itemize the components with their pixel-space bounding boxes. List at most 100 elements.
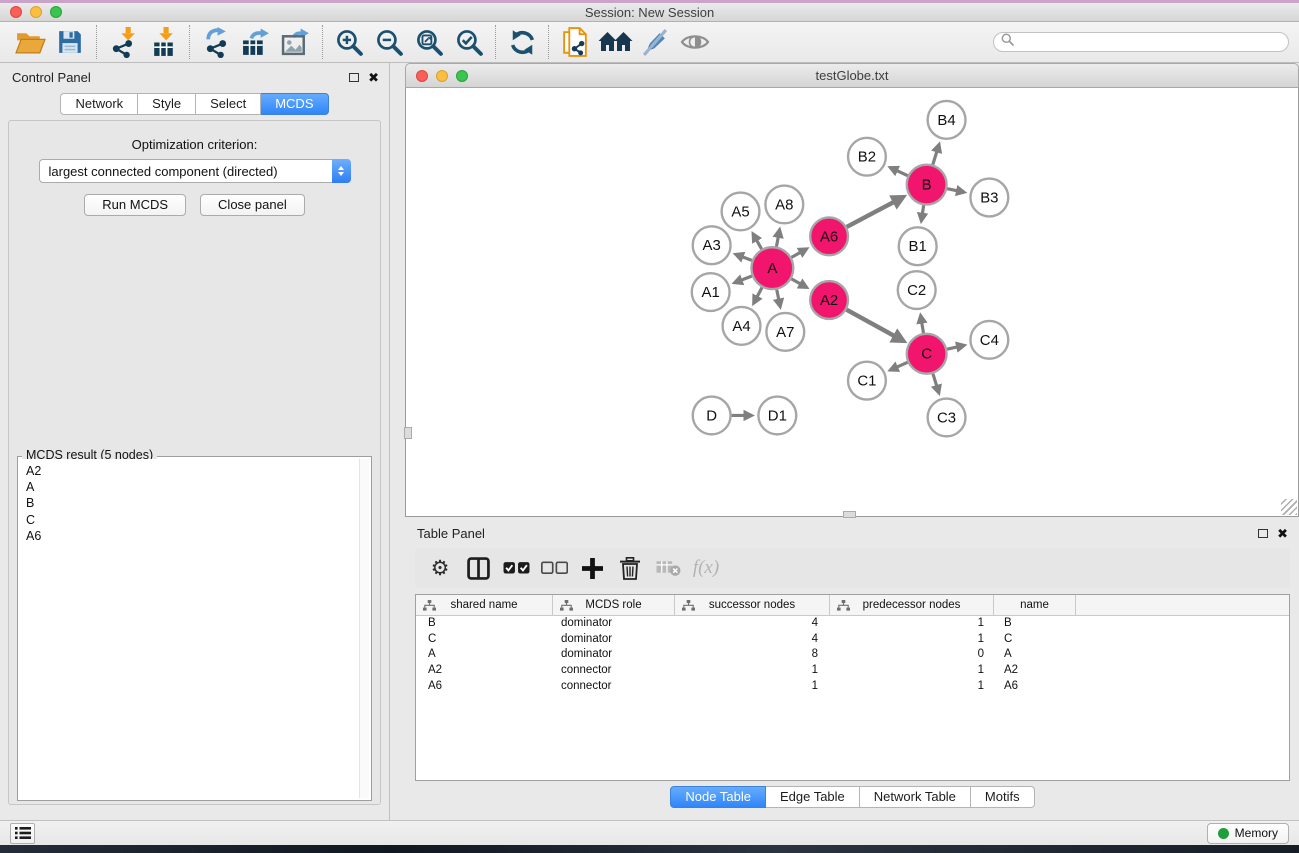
graph-node-D[interactable]: D [693,397,731,435]
tab-network[interactable]: Network [60,93,138,115]
column-header-predecessor-nodes[interactable]: predecessor nodes [830,595,994,615]
network-maximize-button[interactable] [456,70,468,82]
table-cell[interactable]: 8 [675,647,830,663]
table-row[interactable]: Adominator80A [416,647,1289,663]
edge-C-C2[interactable] [921,316,924,334]
table-cell[interactable]: A2 [994,663,1076,679]
table-cell[interactable]: connector [553,663,675,679]
edge-A6-B[interactable] [847,197,903,227]
edge-A-A2[interactable] [791,279,806,287]
zoom-in-icon[interactable] [329,24,369,60]
column-header-shared-name[interactable]: shared name [416,595,553,615]
search-field[interactable] [993,32,1289,52]
table-cell[interactable]: C [994,632,1076,648]
graph-node-A8[interactable]: A8 [765,186,803,224]
zoom-selected-icon[interactable] [449,24,489,60]
search-input[interactable] [1019,35,1281,49]
table-cell[interactable]: 1 [675,679,830,695]
edge-A2-C[interactable] [847,310,904,341]
maximize-window-button[interactable] [50,6,62,18]
graph-node-C3[interactable]: C3 [928,399,966,437]
graph-node-D1[interactable]: D1 [758,397,796,435]
graph-node-A7[interactable]: A7 [766,313,804,351]
delete-column-icon[interactable] [611,551,649,585]
show-graphics-icon[interactable] [675,24,715,60]
tab-mcds[interactable]: MCDS [261,93,328,115]
add-column-icon[interactable] [573,551,611,585]
import-network-icon[interactable] [103,24,143,60]
table-cell[interactable]: A [994,647,1076,663]
run-mcds-button[interactable]: Run MCDS [84,194,186,216]
table-cell[interactable]: 1 [830,663,994,679]
table-cell[interactable]: dominator [553,616,675,632]
graph-node-C[interactable]: C [907,334,947,374]
graph-node-A1[interactable]: A1 [692,273,730,311]
network-close-button[interactable] [416,70,428,82]
graph-node-C2[interactable]: C2 [898,271,936,309]
tab-node-table[interactable]: Node Table [670,786,766,808]
network-canvas[interactable]: B4B2BB3A8A5A6A3B1AA1C2A2A4A7C4CC1C3DD1 [405,88,1299,517]
graph-node-A4[interactable]: A4 [723,307,761,345]
mcds-result-item[interactable]: C [26,512,369,528]
export-network-icon[interactable] [196,24,236,60]
tab-select[interactable]: Select [196,93,261,115]
graph-node-A6[interactable]: A6 [810,217,848,255]
tab-network-table[interactable]: Network Table [860,786,971,808]
memory-button[interactable]: Memory [1207,823,1289,844]
table-row[interactable]: Bdominator41B [416,616,1289,632]
column-visibility-icon[interactable] [459,551,497,585]
column-header-MCDS-role[interactable]: MCDS role [553,595,675,615]
new-network-icon[interactable] [555,24,595,60]
task-history-button[interactable] [10,823,35,844]
edge-A-A1[interactable] [735,276,752,283]
table-row[interactable]: A2connector11A2 [416,663,1289,679]
table-cell[interactable]: A2 [416,663,553,679]
save-session-icon[interactable] [50,24,90,60]
column-header-successor-nodes[interactable]: successor nodes [675,595,830,615]
import-table-icon[interactable] [143,24,183,60]
table-cell[interactable]: 0 [830,647,994,663]
minimize-window-button[interactable] [30,6,42,18]
graph-node-A5[interactable]: A5 [722,193,760,231]
table-cell[interactable]: 1 [830,632,994,648]
tab-edge-table[interactable]: Edge Table [766,786,860,808]
table-cell[interactable]: 1 [830,616,994,632]
app-titlebar[interactable]: Session: New Session [0,3,1299,22]
graph-node-B2[interactable]: B2 [848,138,886,176]
edge-C-C1[interactable] [891,362,908,370]
table-cell[interactable]: 4 [675,632,830,648]
edge-A-A7[interactable] [777,290,780,307]
table-cell[interactable]: 1 [675,663,830,679]
table-cell[interactable]: B [994,616,1076,632]
edge-C-C3[interactable] [933,374,939,393]
table-cell[interactable]: C [416,632,553,648]
graph-node-B3[interactable]: B3 [970,179,1008,217]
refresh-layout-icon[interactable] [502,24,542,60]
network-minimize-button[interactable] [436,70,448,82]
deselect-all-icon[interactable] [535,551,573,585]
graph-node-C4[interactable]: C4 [970,321,1008,359]
close-window-button[interactable] [10,6,22,18]
edge-A-A5[interactable] [753,234,761,249]
table-cell[interactable]: dominator [553,632,675,648]
graph-node-A3[interactable]: A3 [693,226,731,264]
edge-C-C4[interactable] [947,345,964,349]
table-cell[interactable]: connector [553,679,675,695]
open-session-icon[interactable] [10,24,50,60]
table-cell[interactable]: 4 [675,616,830,632]
home-icon[interactable] [595,24,635,60]
criterion-dropdown[interactable]: largest connected component (directed) [39,159,351,183]
select-all-icon[interactable] [497,551,535,585]
mcds-result-item[interactable]: B [26,495,369,511]
close-panel-button[interactable]: Close panel [200,194,305,216]
mcds-result-item[interactable]: A6 [26,528,369,544]
table-cell[interactable]: A6 [416,679,553,695]
float-panel-icon[interactable] [349,73,359,82]
zoom-fit-icon[interactable] [409,24,449,60]
graph-node-B4[interactable]: B4 [928,101,966,139]
graph-node-B[interactable]: B [907,165,947,205]
edge-A-A6[interactable] [791,249,806,257]
edge-A-A3[interactable] [736,254,752,260]
window-resize-grip[interactable] [1281,499,1297,515]
table-cell[interactable]: A [416,647,553,663]
